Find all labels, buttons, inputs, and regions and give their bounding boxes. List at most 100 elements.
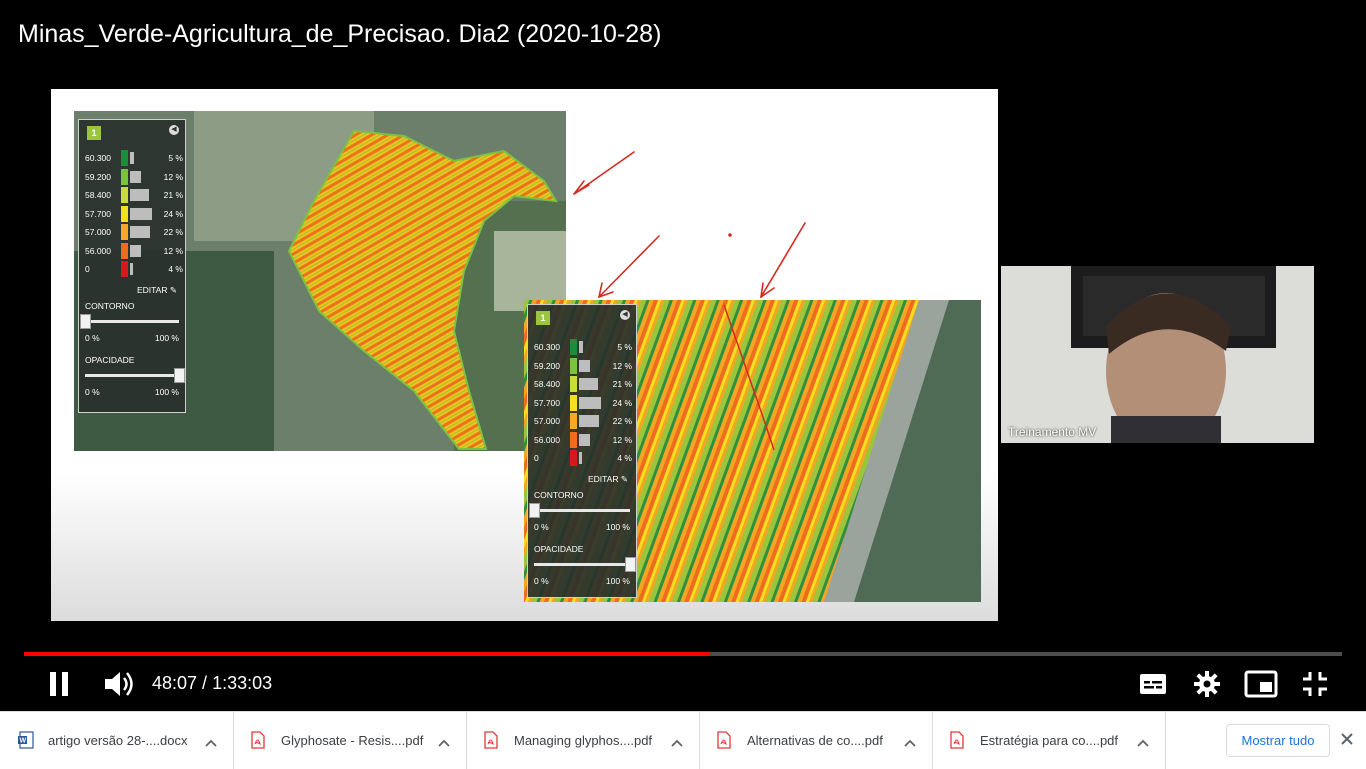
legend-value: 58.400 (534, 379, 560, 389)
edit-label: EDITAR (587, 473, 619, 484)
download-item[interactable]: Managing glyphos....pdf (466, 712, 700, 769)
layer-badge: 1 (536, 311, 550, 325)
legend-swatch (570, 357, 577, 374)
opacity-label: OPACIDADE (534, 543, 584, 554)
volume-icon (105, 672, 133, 696)
download-item[interactable]: Glyphosate - Resis....pdf (233, 712, 467, 769)
download-item[interactable]: Wartigo versão 28-....docx (0, 712, 234, 769)
legend-histogram-bar (579, 415, 599, 427)
download-filename: Alternativas de co....pdf (747, 733, 883, 748)
legend-value: 57.700 (534, 397, 560, 408)
pdf-icon (717, 731, 731, 754)
legend-row: 56.000 12 % (534, 431, 632, 448)
settings-button[interactable] (1193, 670, 1221, 703)
pdf-icon (251, 731, 265, 754)
contour-slider-thumb[interactable] (529, 502, 540, 518)
svg-text:W: W (20, 738, 27, 745)
exit-fullscreen-button[interactable] (1301, 670, 1329, 703)
progress-bar[interactable] (24, 652, 1342, 656)
legend-swatch (570, 339, 577, 355)
legend-histogram-bar (579, 359, 590, 372)
legend-value: 59.200 (534, 360, 560, 371)
legend-histogram-bar (579, 396, 601, 409)
opacity-max: 100 % (605, 575, 630, 586)
close-icon (1341, 733, 1353, 745)
pdf-icon (484, 731, 498, 754)
download-filename: artigo versão 28-....docx (48, 733, 188, 748)
progress-played (24, 652, 711, 656)
miniplayer-button[interactable] (1244, 670, 1278, 703)
presentation-slide: 1 ◀ 60.300 5 % 59.200 12 % 58.400 21 % 57.700 24 … (51, 89, 998, 621)
legend-row: 60.300 5 % (534, 339, 632, 355)
opacity-slider-thumb[interactable] (625, 556, 636, 572)
chevron-up-icon[interactable] (671, 734, 683, 752)
show-all-button[interactable]: Mostrar tudo (1226, 724, 1330, 757)
player-controls: 48:07 / 1:33:03 (0, 658, 1366, 711)
legend-percent: 22 % (612, 416, 632, 426)
webcam-label: Treinamento MV (1008, 425, 1097, 439)
webcam-overlay: Treinamento MV (1001, 266, 1314, 443)
legend-swatch (570, 450, 577, 466)
close-downloads-button[interactable] (1340, 732, 1354, 751)
contour-label: CONTORNO (534, 489, 584, 500)
chevron-up-icon[interactable] (438, 734, 450, 752)
download-filename: Estratégia para co....pdf (980, 733, 1119, 748)
pencil-icon: ✎ (620, 473, 628, 484)
gear-icon (1194, 671, 1220, 697)
duration: 1:33:03 (212, 673, 273, 693)
legend-histogram-bar (579, 452, 582, 464)
exit-fullscreen-icon (1303, 672, 1327, 696)
download-item[interactable]: Alternativas de co....pdf (699, 712, 933, 769)
time-separator: / (197, 673, 213, 693)
legend-histogram-bar (579, 341, 583, 353)
legend-value: 57.000 (534, 416, 560, 426)
legend-swatch (570, 431, 577, 448)
speaker-icon[interactable]: ◀ (620, 310, 630, 320)
video-player[interactable]: 1 ◀ 60.300 5 % 59.200 12 % 58.400 21 % 57.700 24 … (0, 0, 1366, 711)
downloads-bar: Wartigo versão 28-....docx Glyphosate - R… (0, 711, 1366, 769)
legend-row: 57.700 24 % (534, 394, 632, 411)
legend-percent: 21 % (612, 379, 632, 389)
legend-value: 0 (534, 453, 539, 463)
word-icon: W (18, 731, 34, 754)
edit-button[interactable]: EDITAR ✎ (588, 474, 628, 485)
legend-percent: 4 % (617, 453, 632, 463)
legend-swatch (570, 394, 577, 411)
legend-percent: 5 % (617, 342, 632, 352)
download-item[interactable]: Estratégia para co....pdf (932, 712, 1166, 769)
yield-legend-panel-detail: 1 ◀ 60.300 5 % 59.200 12 % 58.400 21 % 57.700 24 … (527, 304, 637, 598)
chevron-up-icon[interactable] (1137, 734, 1149, 752)
contour-min: 0 % (534, 521, 549, 532)
subtitles-button[interactable] (1139, 672, 1167, 701)
legend-swatch (570, 376, 577, 392)
chevron-up-icon[interactable] (205, 734, 217, 752)
legend-value: 60.300 (534, 342, 560, 352)
opacity-min: 0 % (534, 575, 549, 586)
contour-max: 100 % (605, 521, 630, 532)
legend-histogram-bar (579, 433, 590, 446)
field-map-detail: 1 ◀ 60.300 5 % 59.200 12 % 58.400 21 % 57.700 24 … (524, 300, 981, 602)
legend-row: 59.200 12 % (534, 357, 632, 374)
legend-row: 0 4 % (534, 450, 632, 466)
video-title: Minas_Verde-Agricultura_de_Precisao. Dia… (18, 20, 662, 48)
legend-row: 58.400 21 % (534, 376, 632, 392)
miniplayer-icon (1244, 670, 1278, 698)
legend-value: 56.000 (534, 434, 560, 445)
legend-percent: 12 % (612, 360, 632, 371)
time-display: 48:07 / 1:33:03 (152, 673, 272, 694)
current-time: 48:07 (152, 673, 198, 693)
download-filename: Managing glyphos....pdf (514, 733, 653, 748)
opacity-slider[interactable] (534, 556, 636, 572)
volume-button[interactable] (103, 669, 135, 704)
legend-row: 57.000 22 % (534, 413, 632, 429)
contour-slider[interactable] (529, 502, 630, 518)
subtitles-icon (1140, 674, 1166, 694)
download-filename: Glyphosate - Resis....pdf (281, 733, 424, 748)
chevron-up-icon[interactable] (904, 734, 916, 752)
legend-percent: 12 % (612, 434, 632, 445)
pause-button[interactable] (48, 670, 72, 703)
legend-percent: 24 % (612, 397, 632, 408)
legend-histogram-bar (579, 378, 598, 390)
legend-swatch (570, 413, 577, 429)
pause-icon (50, 672, 68, 696)
